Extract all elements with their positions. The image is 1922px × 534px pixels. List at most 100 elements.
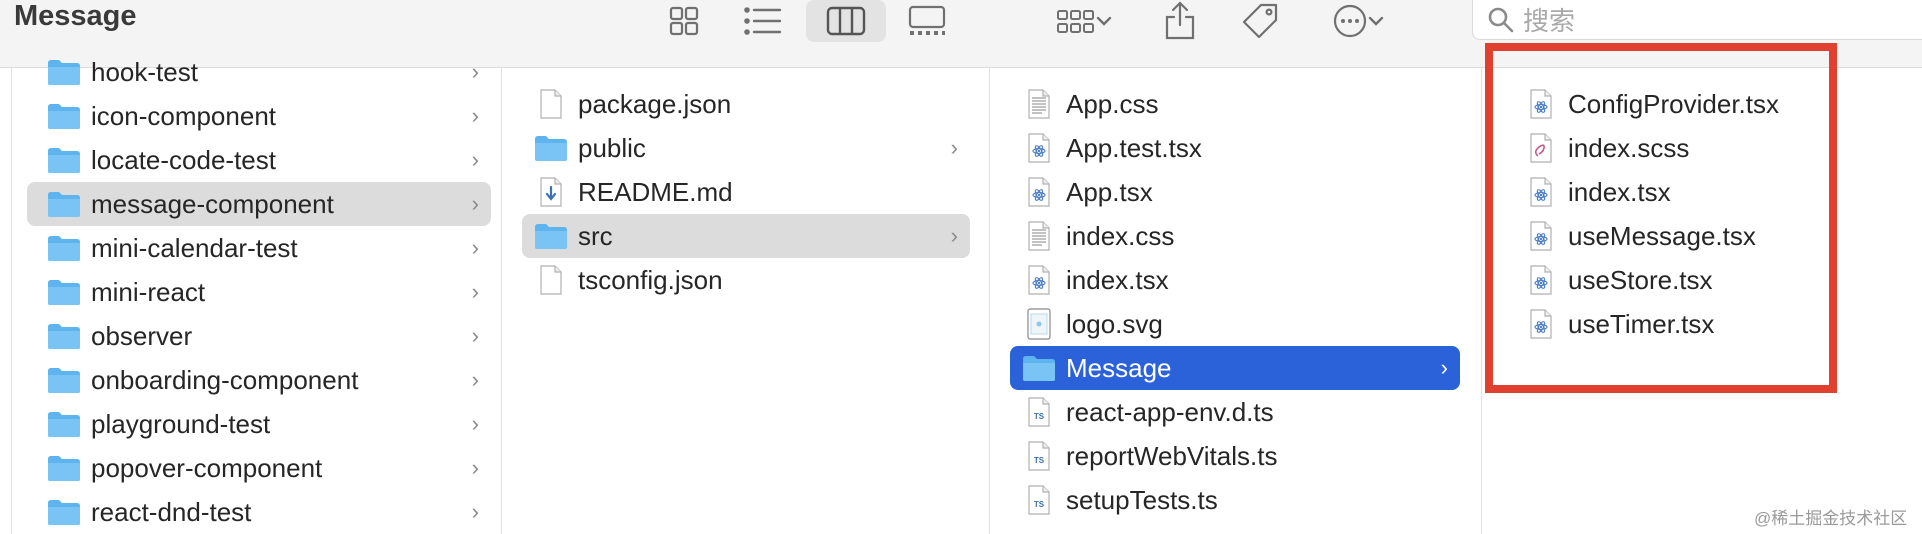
chevron-right-icon: › [950, 223, 958, 248]
folder-icon [534, 221, 568, 251]
file-name: App.tsx [1066, 176, 1153, 207]
list-item[interactable]: hook-test › [27, 50, 491, 94]
list-item[interactable]: tsconfig.json [522, 258, 970, 302]
column-project-root[interactable]: package.json public › README.md src › tsconfig… [502, 68, 990, 534]
list-item[interactable]: onboarding-component › [27, 358, 491, 402]
list-item[interactable]: src › [522, 214, 970, 258]
list-item[interactable]: playground-test › [27, 402, 491, 446]
folder-icon [534, 133, 568, 163]
chevron-right-icon: › [471, 235, 479, 260]
file-name: package.json [578, 88, 732, 119]
search-placeholder: 搜索 [1523, 6, 1576, 36]
markdown-file-icon [534, 177, 568, 207]
file-name: App.css [1066, 88, 1159, 119]
search-icon [1488, 7, 1514, 32]
list-item[interactable]: logo.svg [1010, 302, 1460, 346]
chevron-right-icon: › [471, 279, 479, 304]
gallery-view-button[interactable] [904, 0, 950, 42]
react-file-icon [1022, 133, 1056, 163]
tags-button[interactable] [1238, 0, 1282, 42]
chevron-right-icon: › [471, 367, 479, 392]
list-item[interactable]: mini-calendar-test › [27, 226, 491, 270]
file-name: icon-component [91, 100, 276, 131]
more-actions-button[interactable] [1322, 0, 1394, 42]
text-file-icon [1022, 221, 1056, 251]
share-button[interactable] [1160, 0, 1200, 42]
share-icon [1165, 1, 1195, 40]
file-name: locate-code-test [91, 144, 276, 175]
chevron-right-icon: › [1440, 355, 1448, 380]
file-name: index.tsx [1066, 264, 1169, 295]
chevron-right-icon: › [471, 411, 479, 436]
icon-view-button[interactable] [660, 0, 708, 42]
file-name: setupTests.ts [1066, 484, 1218, 515]
more-icon [1333, 4, 1367, 38]
watermark: @稀土掘金技术社区 [1754, 509, 1908, 528]
list-item[interactable]: App.tsx [1010, 170, 1460, 214]
document-icon [534, 265, 568, 295]
group-by-button[interactable] [1048, 0, 1120, 42]
list-item[interactable]: TS setupTests.ts [1010, 478, 1460, 522]
folder-icon [47, 189, 81, 219]
folder-icon [47, 233, 81, 263]
list-item[interactable]: App.css [1010, 82, 1460, 126]
list-item[interactable]: icon-component › [27, 94, 491, 138]
list-item[interactable]: Message › [1010, 346, 1460, 390]
column-projects[interactable]: hook-test › icon-component › locate-code-tes… [11, 57, 502, 534]
list-item[interactable]: index.css [1010, 214, 1460, 258]
tag-icon [1242, 3, 1278, 39]
react-file-icon [1022, 177, 1056, 207]
list-item[interactable]: TS react-app-env.d.ts [1010, 390, 1460, 434]
chevron-right-icon: › [950, 135, 958, 160]
list-view-icon [744, 7, 782, 35]
file-name: mini-react [91, 276, 206, 307]
list-item[interactable]: public › [522, 126, 970, 170]
folder-icon [47, 277, 81, 307]
folder-icon [1022, 353, 1056, 383]
list-item[interactable]: locate-code-test › [27, 138, 491, 182]
list-item[interactable]: App.test.tsx [1010, 126, 1460, 170]
file-name: README.md [578, 176, 733, 207]
list-item[interactable]: mini-react › [27, 270, 491, 314]
file-name: tsconfig.json [578, 264, 723, 295]
list-item[interactable]: popover-component › [27, 446, 491, 490]
column-view-icon [826, 6, 866, 36]
file-name: App.test.tsx [1066, 132, 1202, 163]
list-item[interactable]: TS reportWebVitals.ts [1010, 434, 1460, 478]
chevron-right-icon: › [471, 455, 479, 480]
icon-view-icon [669, 6, 699, 36]
group-icon [1057, 10, 1094, 33]
file-name: src [578, 220, 613, 251]
svg-text:TS: TS [1034, 412, 1045, 421]
list-item[interactable]: README.md [522, 170, 970, 214]
folder-icon [47, 365, 81, 395]
react-file-icon [1022, 265, 1056, 295]
list-item[interactable]: react-dnd-test › [27, 490, 491, 534]
folder-icon [47, 321, 81, 351]
typescript-file-icon: TS [1022, 441, 1056, 471]
window-title: Message [14, 0, 137, 32]
text-file-icon [1022, 89, 1056, 119]
svg-text:TS: TS [1034, 500, 1045, 509]
column-view-button[interactable] [806, 0, 886, 42]
highlight-box [1485, 43, 1837, 393]
file-name: react-dnd-test [91, 496, 252, 527]
list-item[interactable]: package.json [522, 82, 970, 126]
file-name: mini-calendar-test [91, 232, 298, 263]
file-name: reportWebVitals.ts [1066, 440, 1278, 471]
list-item[interactable]: index.tsx [1010, 258, 1460, 302]
column-src[interactable]: App.css App.test.tsx App.tsx index.css index… [990, 68, 1482, 534]
list-view-button[interactable] [738, 0, 788, 42]
file-name: hook-test [91, 56, 198, 87]
list-item[interactable]: observer › [27, 314, 491, 358]
file-name: logo.svg [1066, 308, 1163, 339]
list-item[interactable]: message-component › [27, 182, 491, 226]
file-name: observer [91, 320, 193, 351]
file-name: index.css [1066, 220, 1175, 251]
file-name: react-app-env.d.ts [1066, 396, 1274, 427]
file-name: public [578, 132, 646, 163]
chevron-right-icon: › [471, 103, 479, 128]
search-field[interactable]: 搜索 [1472, 0, 1922, 40]
folder-icon [47, 409, 81, 439]
folder-icon [47, 497, 81, 527]
